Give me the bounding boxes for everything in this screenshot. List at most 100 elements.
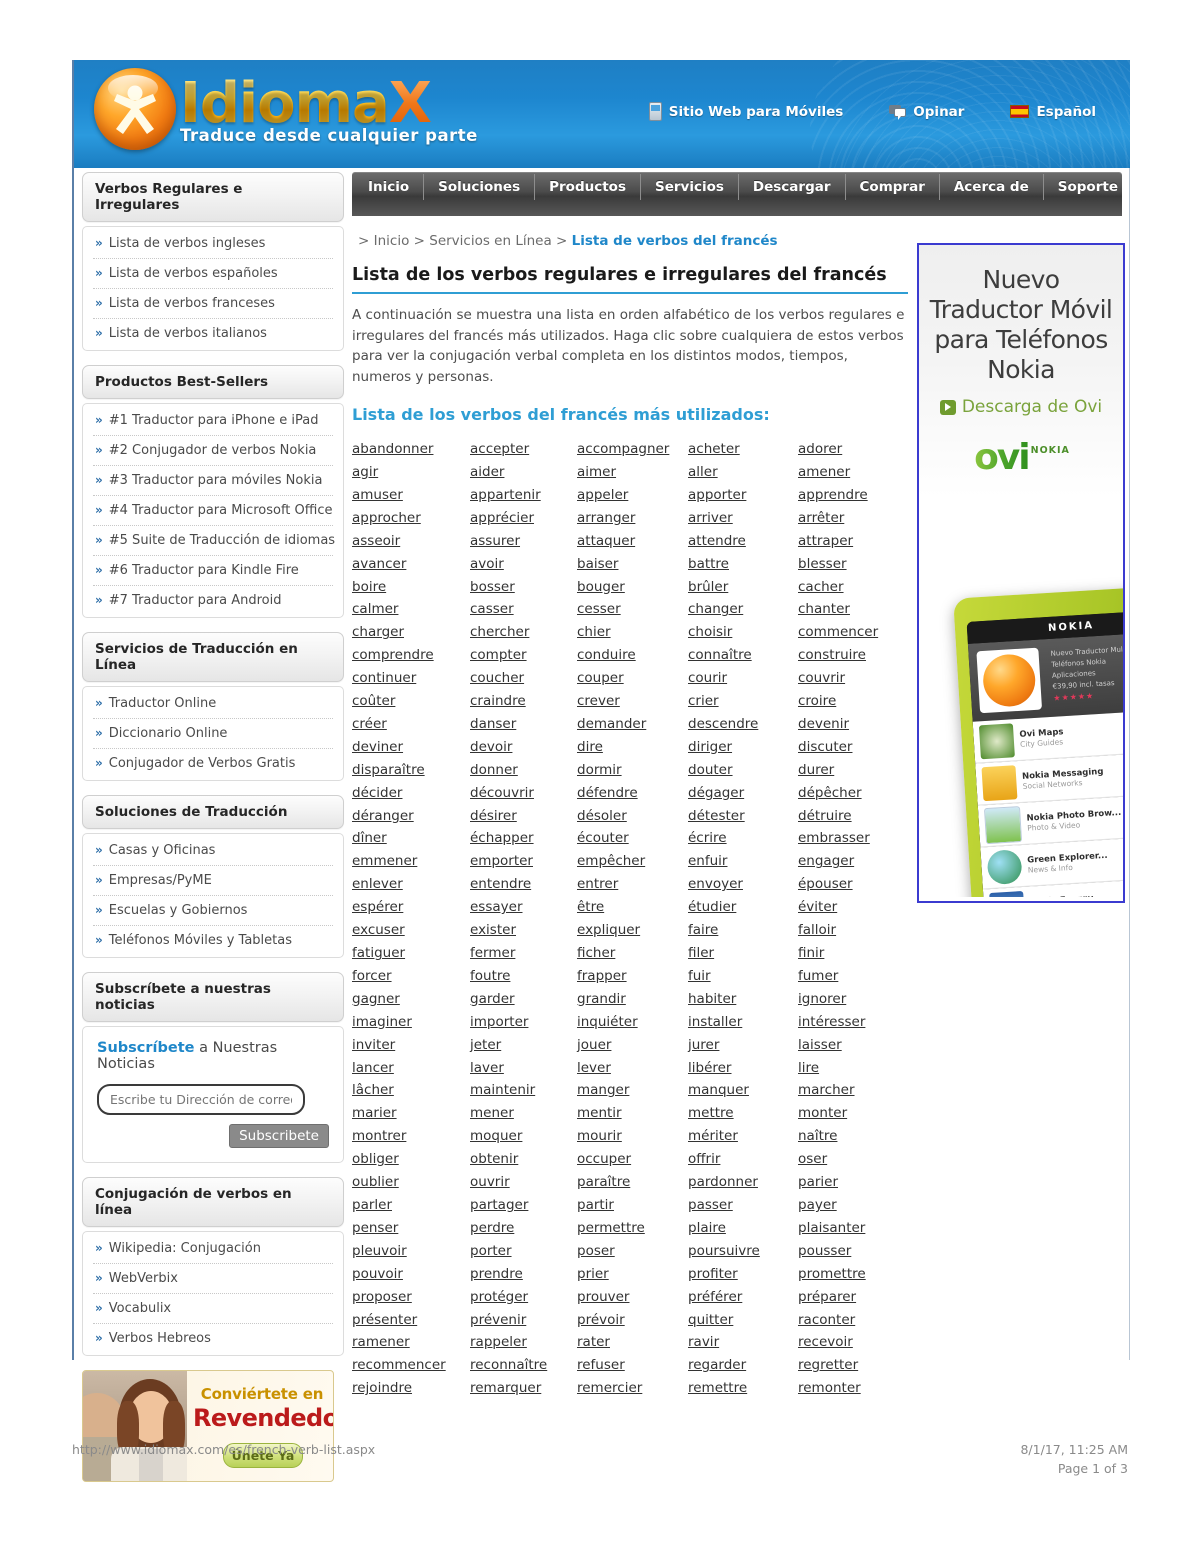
verb-link[interactable]: falloir (798, 919, 918, 942)
verb-link[interactable]: ignorer (798, 988, 918, 1011)
sidebar-item-product-7[interactable]: » #7 Traductor para Android (93, 586, 333, 615)
verb-link[interactable]: calmer (352, 598, 470, 621)
verb-link[interactable]: deviner (352, 736, 470, 759)
verb-link[interactable]: fermer (470, 942, 577, 965)
verb-link[interactable]: quitter (688, 1309, 798, 1332)
verb-link[interactable]: mettre (688, 1102, 798, 1125)
sidebar-item-product-1[interactable]: » #1 Traductor para iPhone e iPad (93, 406, 333, 436)
verb-link[interactable]: lancer (352, 1057, 470, 1080)
verb-link[interactable]: cacher (798, 576, 918, 599)
verb-link[interactable]: monter (798, 1102, 918, 1125)
nav-item-comprar[interactable]: Comprar (846, 174, 940, 200)
verb-link[interactable]: apprendre (798, 484, 918, 507)
verb-link[interactable]: promettre (798, 1263, 918, 1286)
verb-link[interactable]: occuper (577, 1148, 688, 1171)
verb-link[interactable]: coucher (470, 667, 577, 690)
verb-link[interactable]: chercher (470, 621, 577, 644)
verb-link[interactable]: espérer (352, 896, 470, 919)
verb-link[interactable]: filer (688, 942, 798, 965)
verb-link[interactable]: décider (352, 782, 470, 805)
verb-link[interactable]: poursuivre (688, 1240, 798, 1263)
verb-link[interactable]: poser (577, 1240, 688, 1263)
verb-link[interactable]: croire (798, 690, 918, 713)
sidebar-item-vocabulix[interactable]: » Vocabulix (93, 1294, 333, 1324)
newsletter-email-input[interactable] (97, 1084, 305, 1115)
verb-link[interactable]: battre (688, 553, 798, 576)
verb-link[interactable]: protéger (470, 1286, 577, 1309)
verb-link[interactable]: donner (470, 759, 577, 782)
verb-link[interactable]: pardonner (688, 1171, 798, 1194)
verb-link[interactable]: remarquer (470, 1377, 577, 1400)
verb-link[interactable]: discuter (798, 736, 918, 759)
verb-link[interactable]: recevoir (798, 1331, 918, 1354)
header-link-mobile-site[interactable]: Sitio Web para Móviles (648, 102, 843, 121)
verb-link[interactable]: lâcher (352, 1079, 470, 1102)
verb-link[interactable]: descendre (688, 713, 798, 736)
verb-link[interactable]: arrêter (798, 507, 918, 530)
verb-link[interactable]: préférer (688, 1286, 798, 1309)
verb-link[interactable]: amener (798, 461, 918, 484)
verb-link[interactable]: agir (352, 461, 470, 484)
verb-link[interactable]: créer (352, 713, 470, 736)
verb-link[interactable]: embrasser (798, 827, 918, 850)
verb-link[interactable]: adorer (798, 438, 918, 461)
sidebar-item-business[interactable]: » Empresas/PyME (93, 866, 333, 896)
verb-link[interactable]: mourir (577, 1125, 688, 1148)
verb-link[interactable]: devoir (470, 736, 577, 759)
verb-link[interactable]: envoyer (688, 873, 798, 896)
verb-link[interactable]: douter (688, 759, 798, 782)
verb-link[interactable]: faire (688, 919, 798, 942)
verb-link[interactable]: marcher (798, 1079, 918, 1102)
verb-link[interactable]: emmener (352, 850, 470, 873)
verb-link[interactable]: casser (470, 598, 577, 621)
verb-link[interactable]: lire (798, 1057, 918, 1080)
verb-link[interactable]: rater (577, 1331, 688, 1354)
verb-link[interactable]: empêcher (577, 850, 688, 873)
nokia-banner-ad[interactable]: Nuevo Traductor Móvil para Teléfonos Nok… (917, 243, 1125, 903)
verb-link[interactable]: essayer (470, 896, 577, 919)
verb-link[interactable]: défendre (577, 782, 688, 805)
verb-link[interactable]: ficher (577, 942, 688, 965)
verb-link[interactable]: naître (798, 1125, 918, 1148)
nav-item-servicios[interactable]: Servicios (641, 174, 739, 200)
verb-link[interactable]: conduire (577, 644, 688, 667)
verb-link[interactable]: blesser (798, 553, 918, 576)
sidebar-item-product-5[interactable]: » #5 Suite de Traducción de idiomas (93, 526, 335, 556)
verb-link[interactable]: diriger (688, 736, 798, 759)
verb-link[interactable]: obtenir (470, 1148, 577, 1171)
sidebar-item-mobile-tablets[interactable]: » Teléfonos Móviles y Tabletas (93, 926, 333, 955)
verb-link[interactable]: rappeler (470, 1331, 577, 1354)
sidebar-item-free-conjugator[interactable]: » Conjugador de Verbos Gratis (93, 749, 333, 778)
verb-link[interactable]: cesser (577, 598, 688, 621)
verb-link[interactable]: partager (470, 1194, 577, 1217)
verb-link[interactable]: enlever (352, 873, 470, 896)
nav-item-soporte[interactable]: Soporte (1044, 174, 1132, 200)
verb-link[interactable]: danser (470, 713, 577, 736)
verb-link[interactable]: prendre (470, 1263, 577, 1286)
verb-link[interactable]: durer (798, 759, 918, 782)
verb-link[interactable]: prouver (577, 1286, 688, 1309)
nav-item-descargar[interactable]: Descargar (739, 174, 846, 200)
verb-link[interactable]: ravir (688, 1331, 798, 1354)
verb-link[interactable]: entendre (470, 873, 577, 896)
verb-link[interactable]: installer (688, 1011, 798, 1034)
verb-link[interactable]: dire (577, 736, 688, 759)
verb-link[interactable]: chanter (798, 598, 918, 621)
verb-link[interactable]: entrer (577, 873, 688, 896)
verb-link[interactable]: arriver (688, 507, 798, 530)
verb-link[interactable]: montrer (352, 1125, 470, 1148)
verb-link[interactable]: approcher (352, 507, 470, 530)
verb-link[interactable]: excuser (352, 919, 470, 942)
header-link-language[interactable]: Español (1010, 104, 1096, 120)
verb-link[interactable]: emporter (470, 850, 577, 873)
verb-link[interactable]: assurer (470, 530, 577, 553)
verb-link[interactable]: plaisanter (798, 1217, 918, 1240)
verb-link[interactable]: boire (352, 576, 470, 599)
verb-link[interactable]: inviter (352, 1034, 470, 1057)
verb-link[interactable]: prévenir (470, 1309, 577, 1332)
verb-link[interactable]: grandir (577, 988, 688, 1011)
verb-link[interactable]: apporter (688, 484, 798, 507)
verb-link[interactable]: chier (577, 621, 688, 644)
verb-link[interactable]: finir (798, 942, 918, 965)
verb-link[interactable]: reconnaître (470, 1354, 577, 1377)
